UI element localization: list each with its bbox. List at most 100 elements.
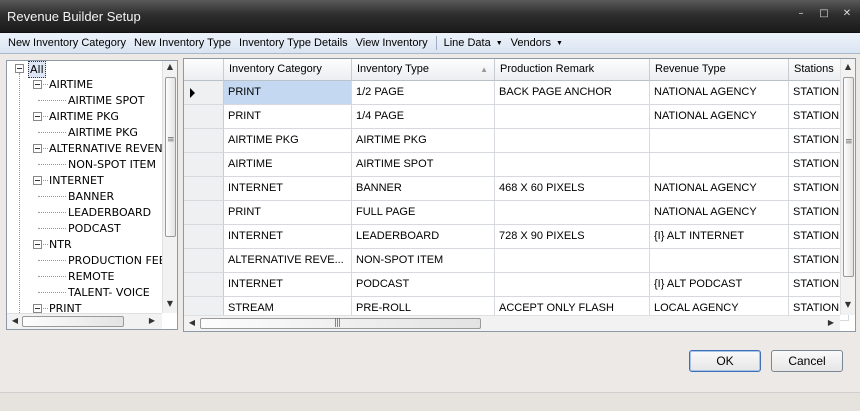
grid-cell[interactable]: LEADERBOARD — [352, 225, 495, 249]
tree-category-node[interactable]: AIRTIME PKG — [7, 109, 162, 124]
grid-cell[interactable] — [650, 249, 789, 273]
grid-cell[interactable]: FULL PAGE — [352, 201, 495, 225]
row-header[interactable] — [184, 105, 224, 129]
inventory-grid[interactable]: Inventory Category Inventory Type ▲ Product… — [183, 58, 856, 332]
scroll-down-icon[interactable]: ▼ — [163, 298, 177, 312]
collapse-icon[interactable] — [33, 240, 42, 249]
tree-type-node[interactable]: LEADERBOARD — [7, 205, 162, 220]
grid-cell[interactable]: NATIONAL AGENCY — [650, 201, 789, 225]
tree-type-node[interactable]: REMOTE — [7, 269, 162, 284]
collapse-icon[interactable] — [33, 304, 42, 313]
grid-cell[interactable]: INTERNET — [224, 177, 352, 201]
grid-cell[interactable]: NATIONAL AGENCY — [650, 177, 789, 201]
scroll-down-icon[interactable]: ▼ — [841, 299, 855, 313]
grid-hscroll-thumb[interactable] — [200, 318, 481, 329]
tree-category-node[interactable]: PRINT — [7, 301, 162, 313]
tree-type-node[interactable]: TALENT- VOICE — [7, 285, 162, 300]
scroll-up-icon[interactable]: ▲ — [163, 61, 177, 75]
grid-cell[interactable]: PRINT — [224, 105, 352, 129]
row-header[interactable] — [184, 129, 224, 153]
row-header[interactable] — [184, 249, 224, 273]
tree-vscroll-thumb[interactable] — [165, 77, 176, 237]
grid-cell[interactable] — [495, 201, 650, 225]
tree-category-node[interactable]: ALTERNATIVE REVEN — [7, 141, 162, 156]
column-header[interactable]: Inventory Category — [224, 59, 352, 81]
row-header[interactable] — [184, 273, 224, 297]
vendors-dropdown[interactable]: Vendors ▼ — [507, 37, 567, 49]
grid-cell[interactable]: AIRTIME PKG — [224, 129, 352, 153]
scroll-up-icon[interactable]: ▲ — [841, 61, 855, 75]
grid-cell[interactable]: INTERNET — [224, 273, 352, 297]
grid-vertical-scrollbar[interactable]: ▲ ≡ ▼ — [840, 59, 855, 315]
view-inventory-button[interactable]: View Inventory — [352, 37, 432, 49]
cancel-button[interactable]: Cancel — [771, 350, 843, 372]
grid-cell[interactable]: {I} ALT PODCAST — [650, 273, 789, 297]
line-data-dropdown[interactable]: Line Data ▼ — [440, 37, 507, 49]
collapse-icon[interactable] — [33, 112, 42, 121]
tree-type-node[interactable]: AIRTIME SPOT — [7, 93, 162, 108]
grid-cell[interactable] — [495, 129, 650, 153]
tree-category-node[interactable]: NTR — [7, 237, 162, 252]
grid-cell[interactable]: PRINT — [224, 81, 352, 105]
collapse-icon[interactable] — [33, 144, 42, 153]
grid-cell[interactable]: AIRTIME — [224, 153, 352, 177]
column-header[interactable]: Inventory Type ▲ — [352, 59, 495, 81]
grid-cell[interactable]: BACK PAGE ANCHOR — [495, 81, 650, 105]
grid-cell[interactable] — [650, 129, 789, 153]
grid-cell[interactable] — [650, 153, 789, 177]
scroll-left-icon[interactable]: ◀ — [8, 315, 22, 329]
collapse-icon[interactable] — [15, 64, 24, 73]
grid-cell[interactable]: BANNER — [352, 177, 495, 201]
grid-vscroll-thumb[interactable] — [843, 77, 854, 277]
grid-cell[interactable]: AIRTIME PKG — [352, 129, 495, 153]
row-header[interactable] — [184, 201, 224, 225]
grid-cell[interactable] — [495, 249, 650, 273]
grid-cell[interactable]: PRINT — [224, 201, 352, 225]
grid-cell[interactable]: INTERNET — [224, 225, 352, 249]
inventory-tree[interactable]: All AIRTIME AIRTIME SPOT AIRTIME PKG AIRTIME… — [6, 60, 178, 330]
grid-cell[interactable]: 468 X 60 PIXELS — [495, 177, 650, 201]
grid-cell[interactable] — [495, 273, 650, 297]
grid-cell[interactable]: {I} ALT INTERNET — [650, 225, 789, 249]
grid-cell[interactable]: ALTERNATIVE REVE... — [224, 249, 352, 273]
minimize-icon[interactable]: – — [796, 9, 806, 19]
tree-category-node[interactable]: INTERNET — [7, 173, 162, 188]
tree-type-node[interactable]: AIRTIME PKG — [7, 125, 162, 140]
grid-cell[interactable] — [495, 105, 650, 129]
scroll-left-icon[interactable]: ◀ — [185, 317, 199, 331]
column-header[interactable]: Revenue Type — [650, 59, 789, 81]
grid-cell[interactable]: NATIONAL AGENCY — [650, 105, 789, 129]
grid-horizontal-scrollbar[interactable]: ◀ ||| ▶ — [184, 315, 840, 331]
tree-category-node[interactable]: AIRTIME — [7, 77, 162, 92]
column-header[interactable]: Production Remark — [495, 59, 650, 81]
new-inventory-type-button[interactable]: New Inventory Type — [130, 37, 235, 49]
grid-cell[interactable]: NON-SPOT ITEM — [352, 249, 495, 273]
tree-type-node[interactable]: PRODUCTION FEE — [7, 253, 162, 268]
collapse-icon[interactable] — [33, 80, 42, 89]
tree-type-node[interactable]: NON-SPOT ITEM — [7, 157, 162, 172]
scroll-right-icon[interactable]: ▶ — [145, 315, 159, 329]
new-inventory-category-button[interactable]: New Inventory Category — [4, 37, 130, 49]
tree-type-node[interactable]: BANNER — [7, 189, 162, 204]
scroll-right-icon[interactable]: ▶ — [824, 317, 838, 331]
tree-hscroll-thumb[interactable] — [22, 316, 124, 327]
collapse-icon[interactable] — [33, 176, 42, 185]
tree-vertical-scrollbar[interactable]: ▲ ≡ ▼ — [162, 61, 177, 313]
grid-cell[interactable]: 728 X 90 PIXELS — [495, 225, 650, 249]
grid-cell[interactable] — [495, 153, 650, 177]
grid-cell[interactable]: 1/2 PAGE — [352, 81, 495, 105]
grid-cell[interactable]: 1/4 PAGE — [352, 105, 495, 129]
grid-cell[interactable]: PODCAST — [352, 273, 495, 297]
row-header[interactable] — [184, 225, 224, 249]
row-header[interactable] — [184, 177, 224, 201]
grid-cell[interactable]: NATIONAL AGENCY — [650, 81, 789, 105]
ok-button[interactable]: OK — [689, 350, 761, 372]
tree-horizontal-scrollbar[interactable]: ◀ ▶ — [7, 313, 162, 329]
row-header[interactable] — [184, 81, 224, 105]
inventory-type-details-button[interactable]: Inventory Type Details — [235, 37, 352, 49]
row-header[interactable] — [184, 153, 224, 177]
maximize-icon[interactable]: □ — [819, 9, 829, 19]
tree-type-node[interactable]: PODCAST — [7, 221, 162, 236]
close-icon[interactable]: ✕ — [842, 9, 852, 19]
grid-cell[interactable]: AIRTIME SPOT — [352, 153, 495, 177]
